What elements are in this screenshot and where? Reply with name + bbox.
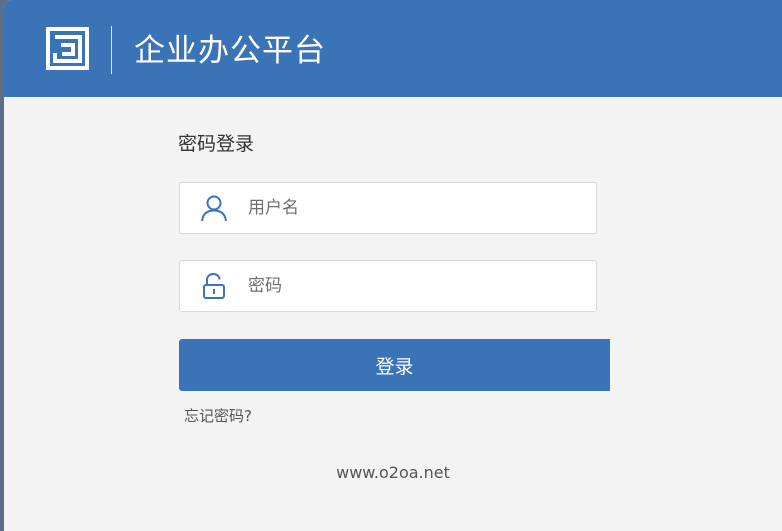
- password-input[interactable]: [248, 261, 578, 311]
- login-button[interactable]: 登录: [179, 339, 610, 391]
- login-form-title: 密码登录: [178, 133, 255, 155]
- login-page: 企业办公平台 密码登录 登录 忘记密码? www.o2oa.net: [4, 0, 782, 531]
- forgot-password-link[interactable]: 忘记密码?: [184, 405, 252, 427]
- lock-icon: [203, 272, 225, 299]
- password-field[interactable]: [179, 260, 597, 312]
- user-icon: [201, 195, 227, 222]
- o2oa-logo-icon: [46, 27, 89, 70]
- app-title: 企业办公平台: [134, 33, 326, 69]
- app-header: 企业办公平台: [4, 0, 782, 97]
- header-divider: [111, 26, 112, 74]
- site-url: www.o2oa.net: [336, 463, 450, 482]
- username-field[interactable]: [179, 182, 597, 234]
- username-input[interactable]: [248, 183, 578, 233]
